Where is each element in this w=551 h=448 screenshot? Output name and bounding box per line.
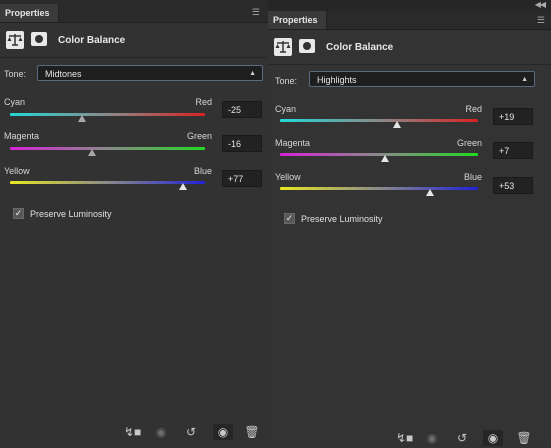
magenta-green-slider[interactable]	[10, 147, 205, 150]
yellow-label: Yellow	[275, 172, 301, 182]
adjustment-title: Color Balance	[58, 35, 126, 46]
properties-panel-highlights: ◀◀ Properties ☰ Color Balance Tone: High…	[268, 0, 551, 446]
yellow-blue-slider-knob[interactable]	[426, 189, 434, 196]
yellow-blue-slider[interactable]	[280, 187, 478, 190]
tone-label: Tone:	[4, 69, 27, 79]
panel-top-strip: ◀◀	[268, 0, 551, 11]
red-label: Red	[465, 104, 482, 114]
magenta-green-slider[interactable]	[280, 153, 478, 156]
blue-label: Blue	[193, 166, 212, 176]
reset-icon[interactable]: ↺	[183, 424, 199, 440]
yellow-blue-slider[interactable]	[10, 181, 205, 184]
panel-tab-bar: Properties ☰	[268, 11, 551, 30]
magenta-green-value[interactable]: +7	[493, 142, 533, 159]
color-balance-scale-icon	[6, 31, 24, 49]
preserve-luminosity-checkbox[interactable]: ✓	[284, 213, 295, 224]
cyan-red-value[interactable]: +19	[493, 108, 533, 125]
cyan-red-slider-knob[interactable]	[78, 115, 86, 122]
collapse-icon[interactable]: ◀◀	[535, 1, 546, 9]
trash-icon[interactable]: 🗑	[244, 424, 260, 440]
layer-mask-icon[interactable]	[31, 32, 47, 46]
panel-menu-icon[interactable]: ☰	[537, 16, 545, 25]
select-arrows-icon: ▲	[521, 76, 528, 83]
cyan-red-slider[interactable]	[280, 119, 478, 122]
view-previous-state-icon[interactable]: ◉	[153, 424, 169, 440]
green-label: Green	[186, 131, 212, 141]
visibility-eye-icon[interactable]: ◉	[213, 424, 233, 440]
magenta-green-slider-knob[interactable]	[381, 155, 389, 162]
trash-icon[interactable]: 🗑	[516, 430, 532, 446]
preserve-luminosity-label: Preserve Luminosity	[301, 214, 383, 224]
yellow-blue-value[interactable]: +77	[222, 170, 262, 187]
cyan-label: Cyan	[4, 97, 26, 107]
layer-mask-icon[interactable]	[299, 39, 315, 53]
select-arrows-icon: ▲	[249, 70, 256, 77]
magenta-green-slider-knob[interactable]	[88, 149, 96, 156]
adjustment-header: Color Balance	[0, 23, 268, 57]
panel-tab-bar: Properties ☰	[0, 0, 268, 23]
yellow-blue-value[interactable]: +53	[493, 177, 533, 194]
tab-properties[interactable]: Properties	[268, 11, 327, 29]
divider	[268, 64, 551, 65]
panel-menu-icon[interactable]: ☰	[252, 8, 260, 17]
preserve-luminosity-checkbox[interactable]: ✓	[13, 208, 24, 219]
preserve-luminosity-label: Preserve Luminosity	[30, 209, 112, 219]
tone-select-value: Midtones	[45, 69, 82, 79]
magenta-green-value[interactable]: -16	[222, 135, 262, 152]
adjustment-title: Color Balance	[326, 42, 394, 53]
red-label: Red	[195, 97, 212, 107]
tone-label: Tone:	[275, 76, 298, 86]
adjustment-header: Color Balance	[268, 30, 551, 64]
clip-to-layer-icon[interactable]: ↯■	[396, 430, 413, 446]
tab-properties[interactable]: Properties	[0, 4, 59, 22]
cyan-red-slider-knob[interactable]	[393, 121, 401, 128]
divider	[0, 57, 268, 58]
properties-panel-midtones: Properties ☰ Color Balance Tone: Midtone…	[0, 0, 268, 442]
clip-to-layer-icon[interactable]: ↯■	[124, 424, 141, 440]
panel-footer: ↯■ ◉ ↺ ◉ 🗑	[0, 420, 268, 442]
blue-label: Blue	[463, 172, 482, 182]
magenta-label: Magenta	[275, 138, 311, 148]
view-previous-state-icon[interactable]: ◉	[424, 430, 440, 446]
color-balance-scale-icon	[274, 38, 292, 56]
tone-select[interactable]: Midtones ▲	[37, 65, 263, 81]
panel-footer: ↯■ ◉ ↺ ◉ 🗑	[268, 426, 551, 448]
cyan-red-value[interactable]: -25	[222, 101, 262, 118]
visibility-eye-icon[interactable]: ◉	[483, 430, 503, 446]
cyan-red-slider[interactable]	[10, 113, 205, 116]
tone-select-value: Highlights	[317, 75, 357, 85]
reset-icon[interactable]: ↺	[454, 430, 470, 446]
magenta-label: Magenta	[4, 131, 40, 141]
green-label: Green	[456, 138, 482, 148]
yellow-label: Yellow	[4, 166, 30, 176]
yellow-blue-slider-knob[interactable]	[179, 183, 187, 190]
cyan-label: Cyan	[275, 104, 297, 114]
tone-select[interactable]: Highlights ▲	[309, 71, 535, 87]
